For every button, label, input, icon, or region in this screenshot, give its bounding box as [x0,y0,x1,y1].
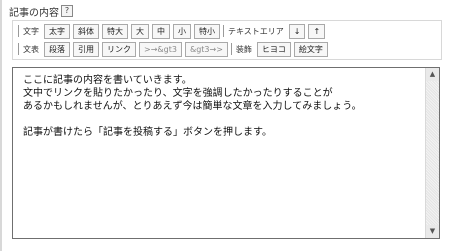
paragraph-button[interactable]: 段落 [44,41,70,57]
section-title: 記事の内容 [9,7,59,19]
escape-gt-button[interactable]: >→&gt3 [139,41,182,57]
size-medium-button[interactable]: 中 [152,23,170,39]
decor-group-label: 装飾 [235,44,252,54]
scrollbar-track[interactable] [426,81,439,225]
size-small-button[interactable]: 小 [173,23,191,39]
section-header: 記事の内容 ? [9,3,73,19]
textarea-group-label: テキストエリア [228,26,284,36]
textarea-expand-button[interactable]: ↓ [288,23,306,39]
toolbar-separator [18,25,19,37]
page-left-border [0,0,2,251]
italic-button[interactable]: 斜体 [73,23,99,39]
toolbar-row-structure: 文表 段落 引用 リンク >→&gt3 &gt3→> 装飾 ヒヨコ 絵文字 [18,41,331,57]
toolbar-separator [230,43,232,55]
size-large-button[interactable]: 大 [131,23,149,39]
toolbar-row-text: 文字 太字 斜体 特大 大 中 小 特小 テキストエリア ↓ ↑ [18,23,328,39]
scroll-up-icon[interactable]: ▲ [426,68,439,81]
bold-button[interactable]: 太字 [44,23,70,39]
link-button[interactable]: リンク [102,41,136,57]
structure-group-label: 文表 [23,44,39,54]
emoji-button[interactable]: 絵文字 [293,41,328,57]
help-icon[interactable]: ? [61,5,73,17]
quote-button[interactable]: 引用 [73,41,99,57]
editor-toolbar: 文字 太字 斜体 特大 大 中 小 特小 テキストエリア ↓ ↑ 文表 段落 引… [12,20,442,60]
textarea-shrink-button[interactable]: ↑ [308,23,326,39]
article-body-text[interactable]: ここに記事の内容を書いていきます。 文中でリンクを貼りたかったり、文字を強調した… [23,74,421,234]
chick-button[interactable]: ヒヨコ [256,41,291,57]
toolbar-separator [18,43,19,55]
article-body-textarea[interactable]: ここに記事の内容を書いていきます。 文中でリンクを貼りたかったり、文字を強調した… [12,67,440,239]
size-xsmall-button[interactable]: 特小 [194,23,220,39]
toolbar-separator [223,25,224,37]
scroll-down-icon[interactable]: ▼ [426,225,439,238]
vertical-scrollbar[interactable]: ▲ ▼ [425,68,439,238]
text-group-label: 文字 [23,26,39,36]
size-xlarge-button[interactable]: 特大 [102,23,128,39]
unescape-gt-button[interactable]: &gt3→> [184,41,228,57]
